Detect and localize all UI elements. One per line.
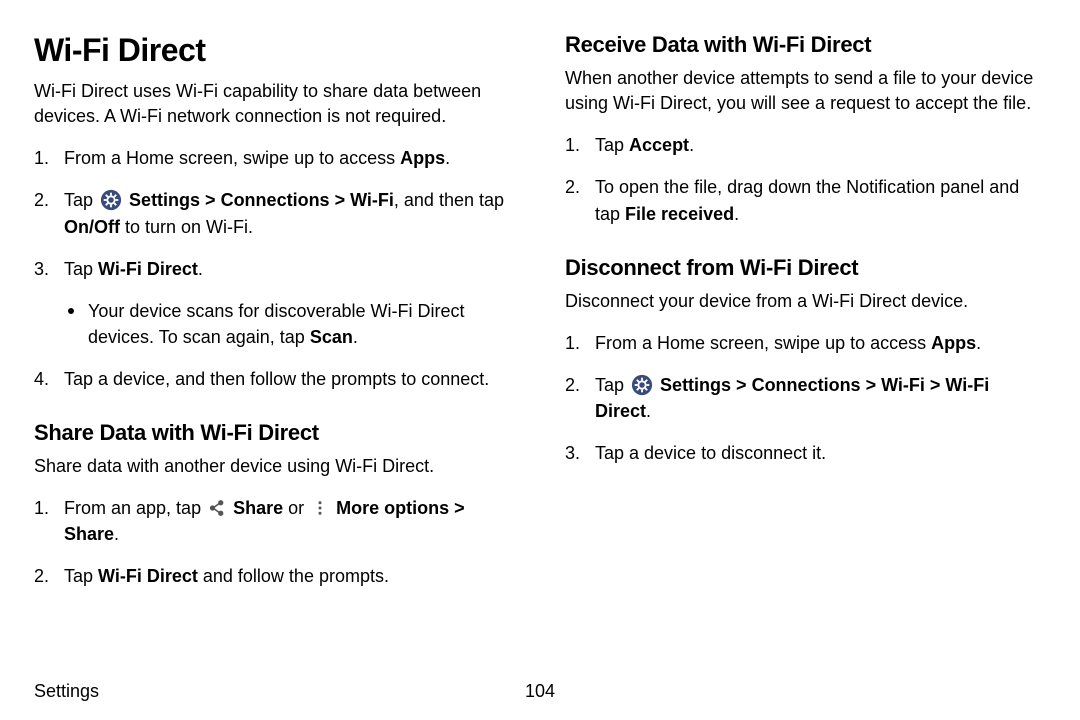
share-steps: From an app, tap Share or More options >… xyxy=(34,495,515,589)
share-icon xyxy=(208,498,226,516)
page-title: Wi-Fi Direct xyxy=(34,32,515,69)
step-1: From a Home screen, swipe up to access A… xyxy=(34,145,515,171)
share-step-1: From an app, tap Share or More options >… xyxy=(34,495,515,547)
share-intro: Share data with another device using Wi-… xyxy=(34,454,515,479)
content-columns: Wi-Fi Direct Wi-Fi Direct uses Wi-Fi cap… xyxy=(34,32,1046,606)
disconnect-steps: From a Home screen, swipe up to access A… xyxy=(565,330,1046,466)
page-number: 104 xyxy=(525,681,555,702)
gear-icon xyxy=(631,374,653,396)
receive-step-1: Tap Accept. xyxy=(565,132,1046,158)
disconnect-step-1: From a Home screen, swipe up to access A… xyxy=(565,330,1046,356)
receive-heading: Receive Data with Wi-Fi Direct xyxy=(565,32,1046,58)
share-step-2: Tap Wi-Fi Direct and follow the prompts. xyxy=(34,563,515,589)
main-steps: From a Home screen, swipe up to access A… xyxy=(34,145,515,392)
share-heading: Share Data with Wi-Fi Direct xyxy=(34,420,515,446)
disconnect-step-2: Tap Settings > Connections > Wi-Fi > Wi-… xyxy=(565,372,1046,424)
step-2: Tap Settings > Connections > Wi-Fi, and … xyxy=(34,187,515,239)
intro-text: Wi-Fi Direct uses Wi-Fi capability to sh… xyxy=(34,79,515,129)
disconnect-step-3: Tap a device to disconnect it. xyxy=(565,440,1046,466)
more-options-icon xyxy=(311,498,329,516)
step-3-bullet: Your device scans for discoverable Wi-Fi… xyxy=(64,298,515,350)
step-4: Tap a device, and then follow the prompt… xyxy=(34,366,515,392)
gear-icon xyxy=(100,189,122,211)
receive-intro: When another device attempts to send a f… xyxy=(565,66,1046,116)
step-3-sublist: Your device scans for discoverable Wi-Fi… xyxy=(64,298,515,350)
receive-steps: Tap Accept. To open the file, drag down … xyxy=(565,132,1046,226)
disconnect-intro: Disconnect your device from a Wi-Fi Dire… xyxy=(565,289,1046,314)
right-column: Receive Data with Wi-Fi Direct When anot… xyxy=(565,32,1046,606)
receive-step-2: To open the file, drag down the Notifica… xyxy=(565,174,1046,226)
left-column: Wi-Fi Direct Wi-Fi Direct uses Wi-Fi cap… xyxy=(34,32,515,606)
disconnect-heading: Disconnect from Wi-Fi Direct xyxy=(565,255,1046,281)
step-3: Tap Wi-Fi Direct. Your device scans for … xyxy=(34,256,515,350)
